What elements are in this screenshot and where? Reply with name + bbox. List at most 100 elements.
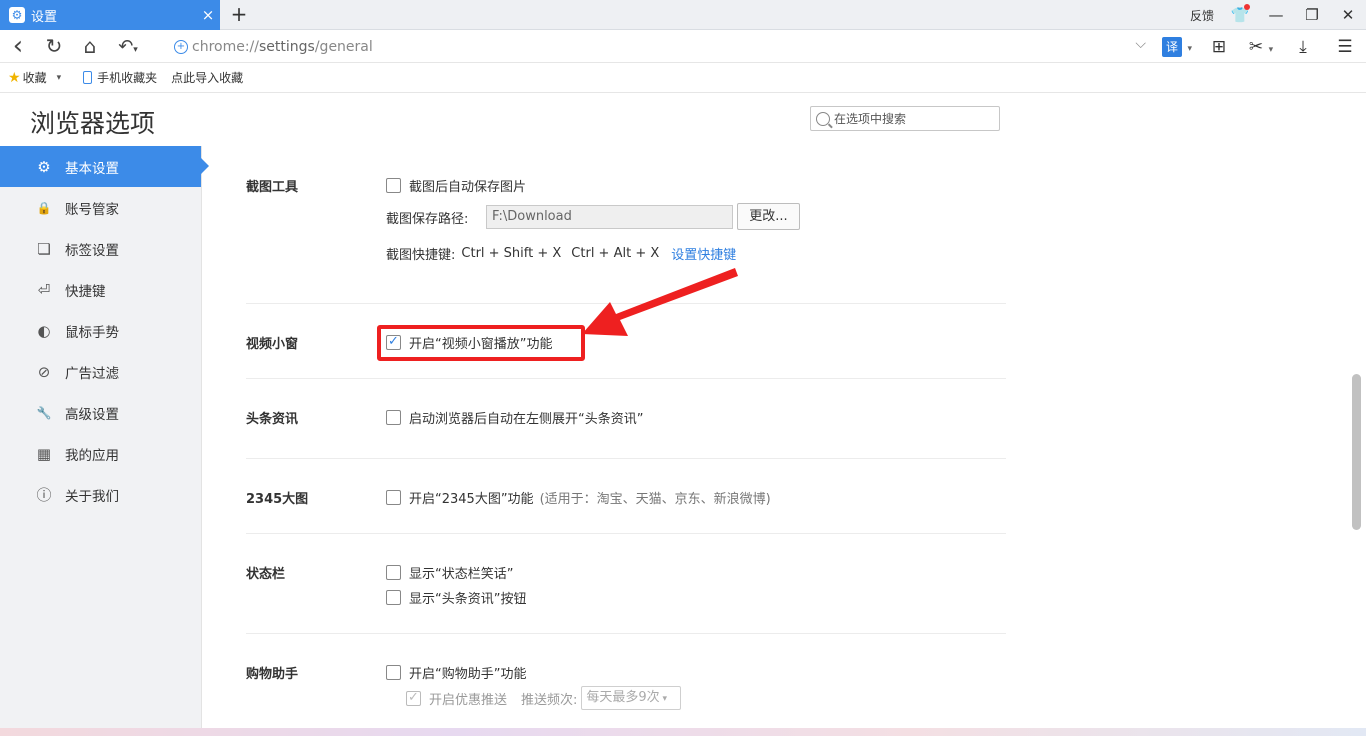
close-window-button[interactable]: ✕ <box>1330 6 1366 24</box>
reload-button[interactable]: ↻ <box>36 34 72 58</box>
back-button[interactable]: ‹ <box>0 31 36 61</box>
section-label-statusbar: 状态栏 <box>246 567 286 582</box>
mobile-bookmarks[interactable]: 手机收藏夹 <box>83 69 157 86</box>
new-tab-button[interactable]: + <box>228 3 250 25</box>
shortcut-icon: ⏎ <box>37 280 51 299</box>
sidebar-item-account[interactable]: 🔒 账号管家 <box>0 187 201 228</box>
shopping-checkbox[interactable] <box>386 665 401 680</box>
info-icon: ⓘ <box>36 486 52 504</box>
sidebar-item-shortcuts[interactable]: ⏎ 快捷键 <box>0 269 201 310</box>
lock-icon: 🔒 <box>36 200 52 215</box>
change-path-button[interactable]: 更改... <box>737 203 800 230</box>
sidebar-item-advanced[interactable]: 🔧 高级设置 <box>0 392 201 433</box>
phone-icon <box>83 71 93 84</box>
bigpic-checkbox[interactable] <box>386 490 401 505</box>
page-title: 浏览器选项 <box>30 109 156 138</box>
screenshot-path-field: F:\Download <box>486 205 733 229</box>
search-input[interactable] <box>834 111 994 126</box>
freq-select: 每天最多9次 ▾ <box>581 686 682 710</box>
import-bookmarks-link[interactable]: 点此导入收藏 <box>171 69 243 86</box>
sidebar-item-label: 账号管家 <box>65 201 119 218</box>
sidebar-item-basic[interactable]: ⚙ 基本设置 <box>0 146 209 187</box>
news-checkbox[interactable] <box>386 410 401 425</box>
star-icon: ★ <box>8 69 21 86</box>
wrench-icon: 🔧 <box>36 405 52 420</box>
gear-icon: ⚙ <box>37 157 51 176</box>
url-dropdown-icon[interactable]: ⌵ <box>1135 36 1146 52</box>
option-label: 截图后自动保存图片 <box>409 180 527 195</box>
feedback-button[interactable]: 反馈 <box>1182 7 1222 24</box>
screenshot-autosave-option[interactable]: 截图后自动保存图片 <box>386 176 526 195</box>
scrollbar-thumb[interactable] <box>1352 374 1361 530</box>
url-text[interactable]: chrome://settings/general <box>192 39 373 55</box>
settings-search[interactable] <box>810 106 1000 131</box>
screenshot-autosave-checkbox[interactable] <box>386 178 401 193</box>
sidebar-item-label: 我的应用 <box>65 447 119 464</box>
block-icon: ⊘ <box>37 362 51 381</box>
shortcut-value-1: Ctrl + Shift + X <box>461 246 562 261</box>
bookmarks-menu[interactable]: ★ 收藏 ▾ <box>8 69 61 86</box>
bigpic-option[interactable]: 开启“2345大图”功能 (适用于：淘宝、天猫、京东、新浪微博) <box>386 488 771 507</box>
sidebar: ⚙ 基本设置 🔒 账号管家 ❏ 标签设置 ⏎ 快捷键 ◐ 鼠标手势 ⊘ 广告过滤… <box>0 146 209 736</box>
sidebar-item-tabs[interactable]: ❏ 标签设置 <box>0 228 201 269</box>
tab-settings[interactable]: ⚙ 设置 × <box>0 0 220 30</box>
divider <box>246 378 1006 379</box>
statusbar-news-checkbox[interactable] <box>386 590 401 605</box>
shopping-option[interactable]: 开启“购物助手”功能 <box>386 663 526 682</box>
section-label-video: 视频小窗 <box>246 337 299 352</box>
apps-icon: ▦ <box>36 444 52 463</box>
url-bar[interactable]: + chrome://settings/general ⌵ <box>168 34 1152 59</box>
discount-push-checkbox <box>406 690 421 706</box>
news-option[interactable]: 启动浏览器后自动在左侧展开“头条资讯” <box>386 408 643 427</box>
set-shortcut-link[interactable]: 设置快捷键 <box>671 244 736 263</box>
skin-icon[interactable]: 👕 <box>1222 4 1258 24</box>
screenshot-scissors-icon[interactable]: ✂ ▾ <box>1240 37 1282 57</box>
minimize-button[interactable]: — <box>1258 6 1294 24</box>
sidebar-item-label: 基本设置 <box>65 160 119 177</box>
option-hint: (适用于：淘宝、天猫、京东、新浪微博) <box>539 492 771 507</box>
tab-close-button[interactable]: × <box>196 6 220 24</box>
search-icon <box>816 111 830 126</box>
restore-button[interactable]: ❐ <box>1294 6 1330 24</box>
screenshot-path-label: 截图保存路径: <box>386 212 469 227</box>
mouse-icon: ◐ <box>37 321 51 340</box>
sidebar-item-about[interactable]: ⓘ 关于我们 <box>0 474 201 515</box>
taskbar-edge <box>0 728 1366 736</box>
sidebar-item-label: 标签设置 <box>65 242 119 259</box>
option-label: 开启“2345大图”功能 <box>409 492 534 507</box>
sidebar-item-label: 关于我们 <box>65 488 119 505</box>
tab-title: 设置 <box>31 9 58 25</box>
section-label-news: 头条资讯 <box>246 412 299 427</box>
statusbar-jokes-checkbox[interactable] <box>386 565 401 580</box>
option-label: 显示“状态栏笑话” <box>409 567 514 582</box>
bookmark-label: 点此导入收藏 <box>171 71 244 85</box>
statusbar-news-option[interactable]: 显示“头条资讯”按钮 <box>386 588 526 607</box>
shield-icon: + <box>174 39 188 54</box>
window-controls: 反馈 👕 — ❐ ✕ <box>1182 0 1366 30</box>
home-button[interactable]: ⌂ <box>72 34 108 58</box>
sidebar-item-mouse-gestures[interactable]: ◐ 鼠标手势 <box>0 310 201 351</box>
translate-button[interactable]: 译 ▾ <box>1156 36 1198 57</box>
annotation-highlight-box <box>377 325 585 361</box>
sidebar-item-my-apps[interactable]: ▦ 我的应用 <box>0 433 201 474</box>
divider <box>246 633 1006 634</box>
apps-icon[interactable]: ⊞ <box>1198 37 1240 57</box>
tabs-icon: ❏ <box>37 239 51 258</box>
statusbar-jokes-option[interactable]: 显示“状态栏笑话” <box>386 563 513 582</box>
section-label-screenshot: 截图工具 <box>246 180 299 195</box>
screenshot-shortcut-row: 截图快捷键: Ctrl + Shift + X Ctrl + Alt + X 设… <box>386 244 736 263</box>
download-icon[interactable]: ⤓ <box>1282 37 1324 57</box>
section-label-shopping: 购物助手 <box>246 667 299 682</box>
sidebar-item-label: 高级设置 <box>65 406 119 423</box>
sidebar-item-label: 广告过滤 <box>65 365 119 382</box>
menu-icon[interactable]: ☰ <box>1324 37 1366 57</box>
option-label: 开启“购物助手”功能 <box>409 667 527 682</box>
chevron-down-icon: ▾ <box>56 72 62 83</box>
undo-close-tab-button[interactable]: ↶▾ <box>108 36 148 57</box>
sidebar-item-label: 快捷键 <box>65 283 106 300</box>
bookmark-label: 手机收藏夹 <box>97 71 158 85</box>
shortcut-label: 截图快捷键: <box>386 248 456 263</box>
bookmarks-bar: ★ 收藏 ▾ 手机收藏夹 点此导入收藏 <box>0 63 1366 93</box>
right-tools: 译 ▾ ⊞ ✂ ▾ ⤓ ☰ <box>1156 30 1366 63</box>
sidebar-item-ad-filter[interactable]: ⊘ 广告过滤 <box>0 351 201 392</box>
